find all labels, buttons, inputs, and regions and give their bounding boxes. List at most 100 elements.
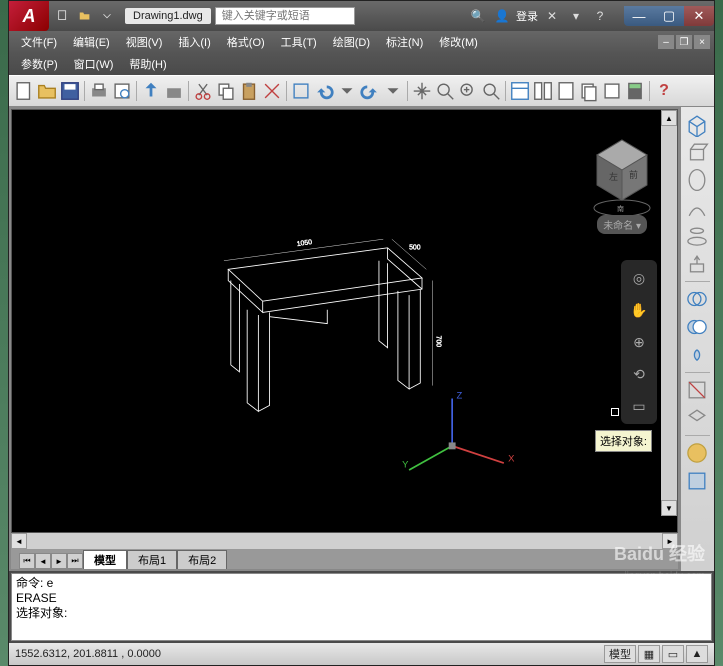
slice-icon[interactable] — [683, 405, 711, 431]
login-label[interactable]: 登录 — [516, 8, 538, 24]
copy-icon[interactable] — [215, 80, 237, 102]
publish-icon[interactable] — [140, 80, 162, 102]
preview-icon[interactable] — [111, 80, 133, 102]
view-cube[interactable]: 左 前 南 — [587, 130, 657, 220]
toolpalette-icon[interactable] — [555, 80, 577, 102]
cmd-line: 命令: e — [16, 576, 707, 591]
intersect-icon[interactable] — [683, 342, 711, 368]
tab-first-icon[interactable]: ⏮ — [19, 553, 35, 569]
print-icon[interactable] — [88, 80, 110, 102]
redo-icon[interactable] — [359, 80, 381, 102]
nav-orbit-icon[interactable]: ⟲ — [627, 362, 651, 386]
nav-showmotion-icon[interactable]: ▭ — [627, 394, 651, 418]
menu-file[interactable]: 文件(F) — [13, 32, 65, 52]
search-input[interactable] — [215, 7, 355, 25]
sb-grid-icon[interactable]: ▦ — [638, 645, 660, 663]
visualstyle-icon[interactable] — [683, 468, 711, 494]
3dprint-icon[interactable] — [163, 80, 185, 102]
help-icon[interactable]: ? — [590, 6, 610, 26]
modeling-toolbar — [680, 107, 714, 571]
render-icon[interactable] — [683, 440, 711, 466]
sweep-icon[interactable] — [683, 195, 711, 221]
close-button[interactable]: ✕ — [684, 6, 714, 26]
menu-parametric[interactable]: 参数(P) — [13, 54, 66, 74]
zoom-window-icon[interactable] — [457, 80, 479, 102]
presspull-icon[interactable] — [683, 251, 711, 277]
tab-last-icon[interactable]: ⏭ — [67, 553, 83, 569]
menu-help[interactable]: 帮助(H) — [121, 54, 174, 74]
block-icon[interactable] — [290, 80, 312, 102]
menu-insert[interactable]: 插入(I) — [170, 32, 218, 52]
open-icon[interactable] — [36, 80, 58, 102]
pan-icon[interactable] — [411, 80, 433, 102]
search-icon[interactable]: 🔍 — [468, 6, 488, 26]
menu-draw[interactable]: 绘图(D) — [325, 32, 378, 52]
signin-icon[interactable]: 👤 — [492, 6, 512, 26]
section-icon[interactable] — [683, 377, 711, 403]
menu-window[interactable]: 窗口(W) — [66, 54, 122, 74]
qat-dropdown-icon[interactable] — [97, 6, 117, 26]
revolve-icon[interactable] — [683, 167, 711, 193]
nav-zoom-icon[interactable]: ⊕ — [627, 330, 651, 354]
mdi-minimize-button[interactable]: – — [658, 35, 674, 49]
new-icon[interactable] — [13, 80, 35, 102]
mdi-close-button[interactable]: × — [694, 35, 710, 49]
zoom-icon[interactable] — [434, 80, 456, 102]
mdi-restore-button[interactable]: ❐ — [676, 35, 692, 49]
menu-tools[interactable]: 工具(T) — [273, 32, 325, 52]
nav-wheel-icon[interactable]: ◎ — [627, 266, 651, 290]
viewcube-dropdown[interactable]: 未命名 ▾ — [597, 215, 647, 234]
undo-dropdown-icon[interactable] — [336, 80, 358, 102]
redo-dropdown-icon[interactable] — [382, 80, 404, 102]
undo-icon[interactable] — [313, 80, 335, 102]
exchange-icon[interactable]: ✕ — [542, 6, 562, 26]
sb-annotation-icon[interactable]: ▲ — [686, 645, 708, 663]
cut-icon[interactable] — [192, 80, 214, 102]
menu-format[interactable]: 格式(O) — [219, 32, 273, 52]
svg-text:左: 左 — [609, 171, 618, 182]
maximize-button[interactable]: ▢ — [654, 6, 684, 26]
app-menu-button[interactable]: A — [9, 1, 49, 31]
menu-view[interactable]: 视图(V) — [118, 32, 171, 52]
subtract-icon[interactable] — [683, 314, 711, 340]
tab-model[interactable]: 模型 — [83, 550, 127, 569]
crosshair-pickbox — [611, 408, 619, 416]
tab-layout1[interactable]: 布局1 — [127, 550, 177, 569]
horizontal-scrollbar[interactable]: ◄ ► — [11, 533, 678, 549]
drawing-viewport[interactable]: 1050 500 700 X Y Z — [11, 109, 678, 533]
dim-height: 700 — [435, 336, 442, 348]
minimize-button[interactable]: — — [624, 6, 654, 26]
coordinates-display[interactable]: 1552.6312, 201.8811 , 0.0000 — [15, 648, 161, 660]
loft-icon[interactable] — [683, 223, 711, 249]
menu-edit[interactable]: 编辑(E) — [65, 32, 118, 52]
properties-icon[interactable] — [509, 80, 531, 102]
sheetset-icon[interactable] — [578, 80, 600, 102]
qat-open-icon[interactable] — [75, 6, 95, 26]
extrude-icon[interactable] — [683, 139, 711, 165]
sb-quickview-icon[interactable]: ▭ — [662, 645, 684, 663]
help-dropdown-icon[interactable]: ▾ — [566, 6, 586, 26]
svg-text:南: 南 — [617, 204, 624, 213]
selection-tooltip: 选择对象: — [595, 430, 652, 452]
save-icon[interactable] — [59, 80, 81, 102]
tab-prev-icon[interactable]: ◄ — [35, 553, 51, 569]
nav-pan-icon[interactable]: ✋ — [627, 298, 651, 322]
match-icon[interactable] — [261, 80, 283, 102]
modelspace-label[interactable]: 模型 — [604, 645, 636, 663]
tab-layout2[interactable]: 布局2 — [177, 550, 227, 569]
vertical-scrollbar[interactable]: ▲ ▼ — [661, 110, 677, 516]
union-icon[interactable] — [683, 286, 711, 312]
quickcalc-icon[interactable] — [624, 80, 646, 102]
command-window[interactable]: 命令: e ERASE 选择对象: — [11, 573, 712, 641]
designcenter-icon[interactable] — [532, 80, 554, 102]
box-icon[interactable] — [683, 111, 711, 137]
paste-icon[interactable] — [238, 80, 260, 102]
tab-next-icon[interactable]: ► — [51, 553, 67, 569]
qat-new-icon[interactable] — [53, 6, 73, 26]
markup-icon[interactable] — [601, 80, 623, 102]
help-icon[interactable]: ? — [653, 80, 675, 102]
document-tab[interactable]: Drawing1.dwg — [125, 8, 211, 24]
zoom-previous-icon[interactable] — [480, 80, 502, 102]
menu-modify[interactable]: 修改(M) — [431, 32, 486, 52]
menu-dimension[interactable]: 标注(N) — [378, 32, 431, 52]
